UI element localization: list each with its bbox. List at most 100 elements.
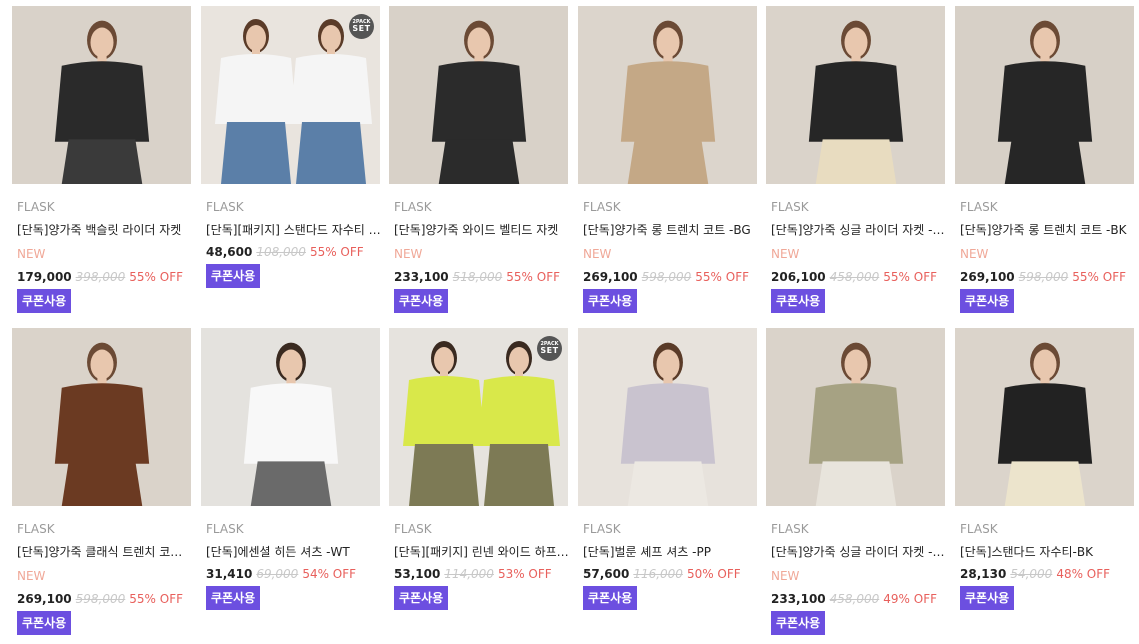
- coupon-use-button[interactable]: 쿠폰사용: [206, 264, 261, 288]
- discount-rate: 55% OFF: [129, 270, 184, 284]
- product-card[interactable]: FLASK [단독]양가죽 백슬릿 라이더 자켓 NEW 179,000 398,000…: [12, 6, 191, 313]
- product-card[interactable]: 2PACKSET FLASK [단독][패키지] 린넨 와이드 하프 팬츠 2PAC…: [389, 328, 570, 610]
- sale-price: 233,100: [771, 592, 826, 606]
- coupon-use-button[interactable]: 쿠폰사용: [17, 289, 72, 313]
- product-card[interactable]: FLASK [단독]양가죽 롱 트렌치 코트 -BK NEW 269,100 598,0…: [955, 6, 1134, 313]
- product-grid: FLASK [단독]양가죽 백슬릿 라이더 자켓 NEW 179,000 398,000…: [0, 0, 1139, 644]
- original-price: 458,000: [829, 592, 880, 606]
- product-image[interactable]: [389, 6, 568, 184]
- product-name-link[interactable]: [단독]양가죽 롱 트렌치 코트 -BK: [960, 223, 1136, 238]
- price-row: 28,130 54,000 48% OFF: [960, 565, 1134, 581]
- original-price: 398,000: [75, 270, 126, 284]
- product-name-link[interactable]: [단독]벌룬 셰프 셔츠 -PP: [583, 545, 759, 560]
- product-name-link[interactable]: [단독]양가죽 싱글 라이더 자켓 -KH: [771, 545, 947, 560]
- discount-rate: 55% OFF: [506, 270, 561, 284]
- sale-price: 269,100: [583, 270, 638, 284]
- original-price: 458,000: [829, 270, 880, 284]
- price-row: 53,100 114,000 53% OFF: [394, 565, 568, 581]
- product-name-link[interactable]: [단독][패키지] 린넨 와이드 하프 팬츠 2PACK: [394, 545, 570, 560]
- product-brand: FLASK: [583, 200, 621, 214]
- product-name-link[interactable]: [단독]양가죽 백슬릿 라이더 자켓: [17, 223, 193, 238]
- sale-price: 31,410: [206, 567, 253, 581]
- product-name-link[interactable]: [단독]스탠다드 자수티-BK: [960, 545, 1136, 560]
- product-card[interactable]: FLASK [단독]양가죽 와이드 벨티드 자켓 NEW 233,100 518,000…: [389, 6, 568, 313]
- product-image[interactable]: [12, 6, 191, 184]
- sale-price: 206,100: [771, 270, 826, 284]
- coupon-use-button[interactable]: 쿠폰사용: [206, 586, 261, 610]
- product-image[interactable]: [201, 328, 380, 506]
- product-image[interactable]: 2PACK SET: [201, 6, 380, 184]
- discount-rate: 55% OFF: [309, 245, 364, 259]
- product-name-link[interactable]: [단독]양가죽 롱 트렌치 코트 -BG: [583, 223, 759, 238]
- product-image[interactable]: [766, 328, 945, 506]
- product-photo: [578, 328, 757, 506]
- product-name-link[interactable]: [단독]양가죽 와이드 벨티드 자켓: [394, 223, 570, 238]
- product-image[interactable]: [578, 6, 757, 184]
- coupon-use-button[interactable]: 쿠폰사용: [960, 586, 1015, 610]
- discount-rate: 53% OFF: [497, 567, 552, 581]
- product-card[interactable]: FLASK [단독]양가죽 싱글 라이더 자켓 -KH NEW 233,100 458,…: [766, 328, 947, 635]
- product-brand: FLASK: [771, 200, 809, 214]
- price-row: 57,600 116,000 50% OFF: [583, 565, 757, 581]
- product-name-link[interactable]: [단독]에센셜 히든 셔츠 -WT: [206, 545, 382, 560]
- product-card[interactable]: FLASK [단독]양가죽 클래식 트렌치 코트 -BR NEW 269,100 598…: [12, 328, 193, 635]
- product-image[interactable]: [955, 6, 1134, 184]
- new-label: NEW: [960, 247, 989, 261]
- product-photo: [955, 6, 1134, 184]
- badge-line-2: SET: [352, 23, 371, 33]
- product-photo: [389, 6, 568, 184]
- sale-price: 269,100: [17, 592, 72, 606]
- sale-price: 179,000: [17, 270, 72, 284]
- product-card[interactable]: FLASK [단독]에센셜 히든 셔츠 -WT 31,410 69,000 54% OF…: [201, 328, 380, 610]
- product-photo: [12, 328, 191, 506]
- product-name-link[interactable]: [단독][패키지] 스탠다드 자수티 2PACK: [206, 223, 382, 238]
- price-row: 269,100 598,000 55% OFF: [960, 268, 1134, 284]
- original-price: 598,000: [641, 270, 692, 284]
- new-label: NEW: [771, 247, 800, 261]
- coupon-use-button[interactable]: 쿠폰사용: [583, 586, 638, 610]
- product-card[interactable]: FLASK [단독]양가죽 롱 트렌치 코트 -BG NEW 269,100 598,0…: [578, 6, 757, 313]
- product-image[interactable]: 2PACK SET: [389, 328, 568, 506]
- product-name-link[interactable]: [단독]양가죽 싱글 라이더 자켓 -BK: [771, 223, 947, 238]
- coupon-use-button[interactable]: 쿠폰사용: [583, 289, 638, 313]
- original-price: 598,000: [75, 592, 126, 606]
- product-image[interactable]: [578, 328, 757, 506]
- sale-price: 57,600: [583, 567, 630, 581]
- product-brand: FLASK: [960, 200, 998, 214]
- coupon-use-button[interactable]: 쿠폰사용: [394, 586, 449, 610]
- product-photo: [201, 328, 380, 506]
- product-card[interactable]: 2PACKSET FLASK [단독][패키지] 스탠다드 자수티 2PACK 48,…: [201, 6, 382, 288]
- price-row: 31,410 69,000 54% OFF: [206, 565, 380, 581]
- coupon-use-button[interactable]: 쿠폰사용: [771, 611, 826, 635]
- original-price: 598,000: [1018, 270, 1069, 284]
- discount-rate: 49% OFF: [883, 592, 938, 606]
- product-image[interactable]: [766, 6, 945, 184]
- price-row: 269,100 598,000 55% OFF: [17, 590, 191, 606]
- product-card[interactable]: FLASK [단독]스탠다드 자수티-BK 28,130 54,000 48% OFF 쿠…: [955, 328, 1134, 610]
- product-image[interactable]: [12, 328, 191, 506]
- discount-rate: 50% OFF: [686, 567, 741, 581]
- original-price: 114,000: [444, 567, 494, 581]
- product-brand: FLASK: [17, 522, 55, 536]
- coupon-use-button[interactable]: 쿠폰사용: [394, 289, 449, 313]
- new-label: NEW: [583, 247, 612, 261]
- product-photo: [766, 328, 945, 506]
- product-name-link[interactable]: [단독]양가죽 클래식 트렌치 코트 -BR: [17, 545, 193, 560]
- coupon-use-button[interactable]: 쿠폰사용: [771, 289, 826, 313]
- price-row: 233,100 518,000 55% OFF: [394, 268, 568, 284]
- new-label: NEW: [17, 569, 46, 583]
- product-photo: [578, 6, 757, 184]
- sale-price: 53,100: [394, 567, 441, 581]
- coupon-use-button[interactable]: 쿠폰사용: [960, 289, 1015, 313]
- original-price: 116,000: [633, 567, 683, 581]
- discount-rate: 55% OFF: [695, 270, 750, 284]
- product-photo: [12, 6, 191, 184]
- product-card[interactable]: FLASK [단독]양가죽 싱글 라이더 자켓 -BK NEW 206,100 458,…: [766, 6, 947, 313]
- coupon-use-button[interactable]: 쿠폰사용: [17, 611, 72, 635]
- sale-price: 233,100: [394, 270, 449, 284]
- product-brand: FLASK: [583, 522, 621, 536]
- product-card[interactable]: FLASK [단독]벌룬 셰프 셔츠 -PP 57,600 116,000 50% OF…: [578, 328, 757, 610]
- new-label: NEW: [17, 247, 46, 261]
- product-image[interactable]: [955, 328, 1134, 506]
- discount-rate: 55% OFF: [129, 592, 184, 606]
